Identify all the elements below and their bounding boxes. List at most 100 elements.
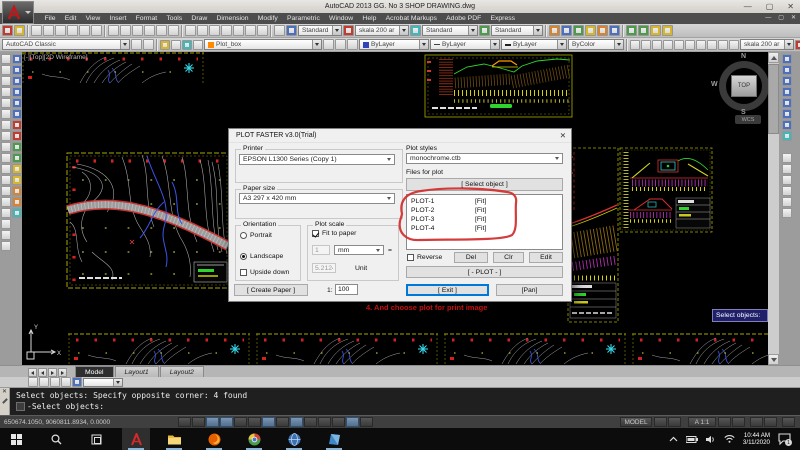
line-icon[interactable] bbox=[1, 54, 11, 64]
menu-parametric[interactable]: Parametric bbox=[282, 13, 324, 24]
break-icon[interactable] bbox=[12, 175, 22, 185]
zoom-realtime-icon[interactable] bbox=[197, 25, 208, 36]
draworder-icon[interactable] bbox=[782, 76, 792, 86]
gradient-icon[interactable] bbox=[1, 208, 11, 218]
draworder-icon[interactable] bbox=[782, 54, 792, 64]
dim-continue-icon[interactable] bbox=[729, 40, 739, 50]
dim-baseline-icon[interactable] bbox=[718, 40, 728, 50]
autocad-taskbar-icon[interactable] bbox=[128, 431, 144, 447]
layer-tool-icon[interactable] bbox=[597, 25, 608, 36]
color-combo[interactable]: ByLayer bbox=[359, 39, 429, 50]
menu-acrobat-markups[interactable]: Acrobat Markups bbox=[381, 13, 442, 24]
3dosnap-toggle[interactable] bbox=[262, 417, 275, 427]
viewport-tool-icon[interactable] bbox=[782, 175, 792, 185]
minimize-button[interactable]: — bbox=[744, 1, 752, 12]
copy-object-icon[interactable] bbox=[12, 65, 22, 75]
plot-quick-icon[interactable] bbox=[28, 377, 38, 387]
table-style-icon[interactable] bbox=[410, 25, 421, 36]
scroll-down-button[interactable] bbox=[768, 354, 779, 365]
search-icon[interactable] bbox=[48, 431, 64, 447]
plot-list-item[interactable]: PLOT-3[Fit] bbox=[407, 215, 562, 224]
rectangle-icon[interactable] bbox=[1, 98, 11, 108]
menu-modify[interactable]: Modify bbox=[253, 13, 282, 24]
plot-icon[interactable] bbox=[67, 25, 78, 36]
text-style-icon[interactable] bbox=[286, 25, 297, 36]
scale-icon[interactable] bbox=[12, 131, 22, 141]
preview-quick-icon[interactable] bbox=[39, 377, 49, 387]
layer-combo[interactable]: Plot_box bbox=[204, 39, 322, 50]
help-icon[interactable] bbox=[274, 25, 285, 36]
layer-freeze-icon[interactable] bbox=[171, 40, 181, 50]
layer-tool-icon[interactable] bbox=[573, 25, 584, 36]
plotstyle-combo[interactable]: ByColor bbox=[568, 39, 624, 50]
tab-nav-buttons[interactable] bbox=[28, 368, 67, 377]
viewport-tool-icon[interactable] bbox=[782, 164, 792, 174]
unit-value-input[interactable] bbox=[312, 263, 336, 273]
group-icon[interactable] bbox=[638, 25, 649, 36]
stretch-icon[interactable] bbox=[12, 142, 22, 152]
command-close-icon[interactable]: ✕ bbox=[0, 388, 9, 396]
point-icon[interactable] bbox=[1, 186, 11, 196]
next-tab-icon[interactable] bbox=[48, 368, 57, 377]
lwt-toggle[interactable] bbox=[318, 417, 331, 427]
group-icon[interactable] bbox=[650, 25, 661, 36]
first-tab-icon[interactable] bbox=[28, 368, 37, 377]
task-view-icon[interactable] bbox=[88, 431, 104, 447]
dim-aligned-icon[interactable] bbox=[641, 40, 651, 50]
osnap-toggle[interactable] bbox=[248, 417, 261, 427]
draworder-icon[interactable] bbox=[782, 109, 792, 119]
group-icon[interactable] bbox=[626, 25, 637, 36]
exit-button[interactable]: [ Exit ] bbox=[406, 284, 489, 296]
undo-icon[interactable] bbox=[156, 25, 167, 36]
otrack-toggle[interactable] bbox=[276, 417, 289, 427]
layer-tool-icon[interactable] bbox=[609, 25, 620, 36]
reverse-checkbox[interactable] bbox=[407, 254, 414, 261]
dim-edit-icon[interactable] bbox=[795, 40, 800, 50]
publish-quick-icon[interactable] bbox=[50, 377, 60, 387]
array-icon[interactable] bbox=[12, 98, 22, 108]
menu-draw[interactable]: Draw bbox=[187, 13, 212, 24]
polar-toggle[interactable] bbox=[234, 417, 247, 427]
menu-file[interactable]: File bbox=[40, 13, 60, 24]
clr-button[interactable]: Clr bbox=[493, 252, 524, 263]
viewport-tool-icon[interactable] bbox=[782, 186, 792, 196]
copy-icon[interactable] bbox=[120, 25, 131, 36]
wrench-icon[interactable] bbox=[2, 398, 8, 404]
scroll-up-button[interactable] bbox=[768, 52, 779, 63]
menu-view[interactable]: View bbox=[81, 13, 105, 24]
zoom-previous-icon[interactable] bbox=[221, 25, 232, 36]
table-icon[interactable] bbox=[1, 230, 11, 240]
region-icon[interactable] bbox=[1, 219, 11, 229]
printer-combo[interactable]: EPSON L1300 Series (Copy 1) bbox=[239, 154, 395, 165]
designcenter-icon[interactable] bbox=[245, 25, 256, 36]
menu-tools[interactable]: Tools bbox=[162, 13, 187, 24]
command-prompt-line[interactable]: -Select objects: bbox=[16, 402, 104, 411]
rotate-icon[interactable] bbox=[12, 120, 22, 130]
mleader-style-icon[interactable] bbox=[479, 25, 490, 36]
action-center-icon[interactable]: 1 bbox=[778, 431, 794, 447]
edit-button[interactable]: Edit bbox=[529, 252, 563, 263]
menu-adobe-pdf[interactable]: Adobe PDF bbox=[442, 13, 486, 24]
photos-app-icon[interactable] bbox=[326, 431, 342, 447]
draworder-icon[interactable] bbox=[782, 87, 792, 97]
annotation-visibility-icon[interactable] bbox=[718, 417, 731, 427]
landscape-radio[interactable] bbox=[240, 253, 247, 260]
doc-close-icon[interactable]: ✕ bbox=[791, 13, 796, 24]
doc-minimize-icon[interactable]: — bbox=[765, 13, 771, 24]
layer-states-icon[interactable] bbox=[347, 39, 358, 50]
viewcube-north[interactable]: N bbox=[741, 53, 746, 60]
last-tab-icon[interactable] bbox=[58, 368, 67, 377]
infer-toggle[interactable] bbox=[178, 417, 191, 427]
quick-scale-combo[interactable] bbox=[83, 378, 123, 387]
wifi-icon[interactable] bbox=[724, 435, 735, 443]
gear-icon[interactable] bbox=[131, 39, 142, 50]
viewport-tool-icon[interactable] bbox=[782, 197, 792, 207]
paste-icon[interactable] bbox=[132, 25, 143, 36]
spline-icon[interactable] bbox=[1, 142, 11, 152]
del-button[interactable]: Del bbox=[454, 252, 488, 263]
dim-style-right-combo[interactable]: skala 200 ar bbox=[740, 39, 794, 50]
autoscale-icon[interactable] bbox=[732, 417, 745, 427]
menu-help[interactable]: Help bbox=[358, 13, 381, 24]
file-explorer-icon[interactable] bbox=[166, 431, 182, 447]
layer-lock-icon[interactable] bbox=[182, 40, 192, 50]
